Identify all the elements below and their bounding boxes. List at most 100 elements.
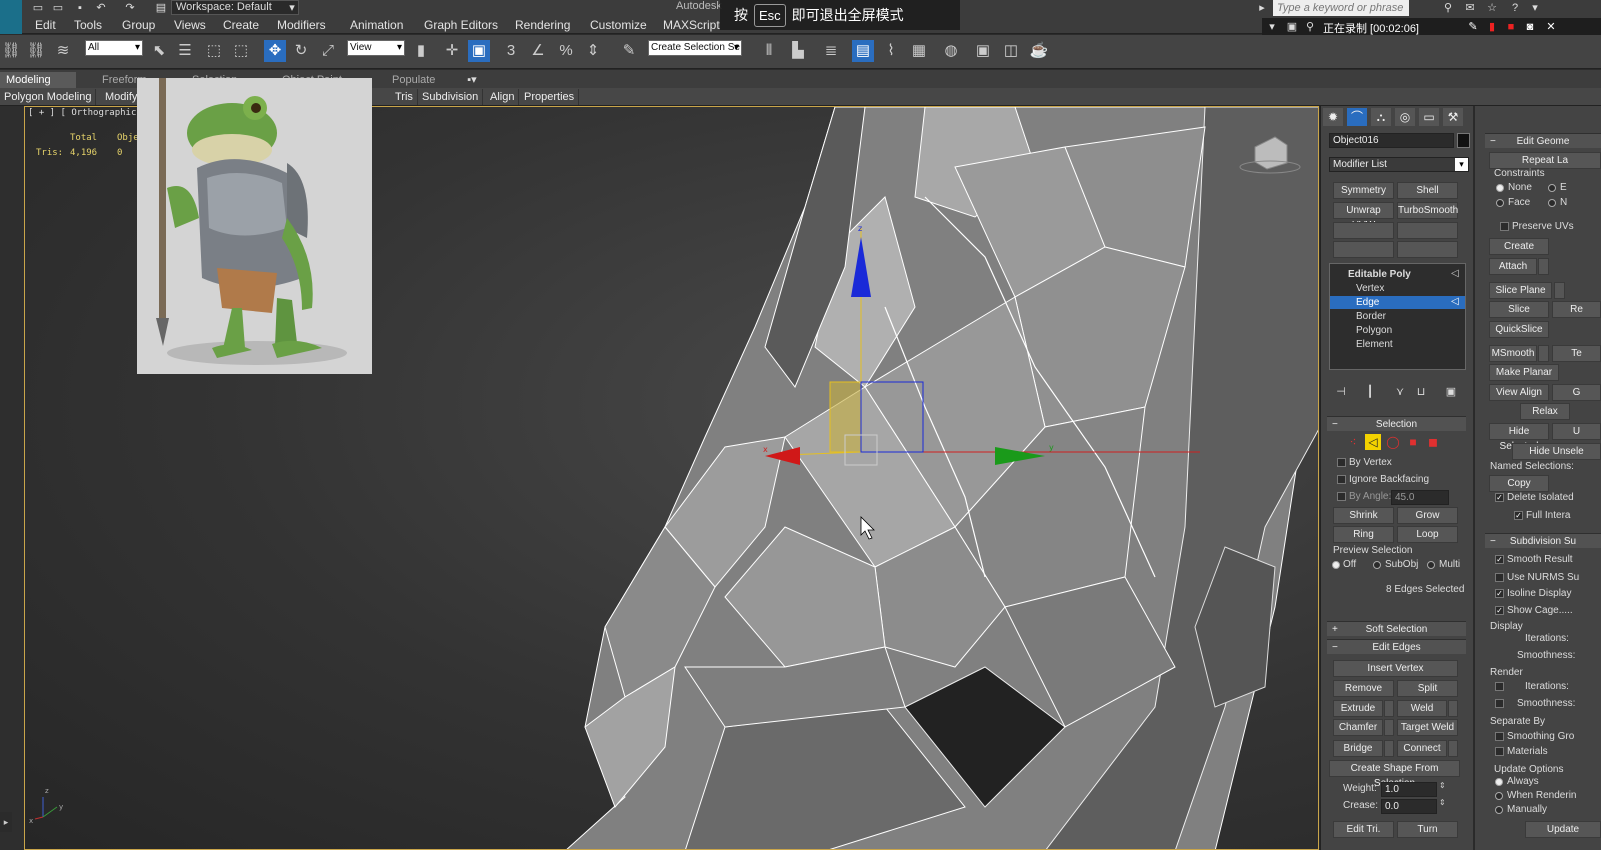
- attach-settings-button[interactable]: [1538, 258, 1549, 275]
- weight-spinner-icon[interactable]: ⇕: [1439, 781, 1446, 790]
- menu-rendering[interactable]: Rendering: [515, 17, 570, 33]
- by-vertex-checkbox[interactable]: [1337, 458, 1346, 467]
- stack-edge[interactable]: Edge: [1330, 296, 1465, 309]
- ribbon-tris[interactable]: Tris: [391, 89, 418, 105]
- element-mode-icon[interactable]: ◼: [1425, 434, 1441, 450]
- chamfer-button[interactable]: Chamfer: [1333, 719, 1383, 736]
- preview-off-radio[interactable]: [1332, 561, 1340, 569]
- constraint-normal-radio[interactable]: [1548, 199, 1556, 207]
- dropdown-icon[interactable]: ▾: [1264, 20, 1280, 34]
- isoline-display-checkbox[interactable]: ✓: [1495, 589, 1504, 598]
- polygon-mode-icon[interactable]: ■: [1405, 434, 1421, 450]
- update-always-radio[interactable]: [1495, 778, 1503, 786]
- use-nurms-checkbox[interactable]: [1495, 573, 1504, 582]
- create-shape-button[interactable]: Create Shape From Selection: [1329, 760, 1460, 789]
- chamfer-settings-button[interactable]: [1384, 719, 1394, 736]
- shell-button[interactable]: Shell: [1397, 182, 1458, 199]
- named-selection-dropdown[interactable]: Create Selection Se: [648, 40, 742, 56]
- workspace-menu-icon[interactable]: ▾: [284, 1, 300, 15]
- slice-button[interactable]: Slice: [1489, 301, 1549, 318]
- render-teapot-icon[interactable]: ☕: [1028, 40, 1050, 62]
- render-smoothness-checkbox[interactable]: [1495, 699, 1504, 708]
- ring-button[interactable]: Ring: [1333, 526, 1394, 543]
- menu-create[interactable]: Create: [223, 17, 259, 33]
- constraint-face-radio[interactable]: [1496, 199, 1504, 207]
- window-crossing-icon[interactable]: ⬚: [230, 40, 252, 62]
- expand-panel-icon[interactable]: ▸: [0, 812, 12, 832]
- pause-record-icon[interactable]: ▮: [1484, 20, 1500, 34]
- selection-filter-dropdown[interactable]: All: [85, 40, 143, 56]
- shrink-button[interactable]: Shrink: [1333, 507, 1394, 524]
- menu-customize[interactable]: Customize: [590, 17, 647, 33]
- ribbon-properties[interactable]: Properties: [520, 89, 580, 105]
- ribbon-toggle-icon[interactable]: ▤: [852, 40, 874, 62]
- stack-polygon[interactable]: Polygon: [1330, 324, 1465, 337]
- material-editor-icon[interactable]: ◍: [940, 40, 962, 62]
- constraint-edge-radio[interactable]: [1548, 184, 1556, 192]
- by-angle-checkbox[interactable]: [1337, 492, 1346, 501]
- modifier-list-dropdown[interactable]: Modifier List: [1329, 157, 1469, 172]
- turbosmooth-button[interactable]: TurboSmooth: [1397, 202, 1458, 219]
- zoom-icon[interactable]: ⚲: [1302, 20, 1318, 34]
- tab-populate[interactable]: Populate: [386, 72, 441, 88]
- layer-manager-icon[interactable]: ≣: [820, 40, 842, 62]
- ribbon-subdivision[interactable]: Subdivision: [418, 89, 484, 105]
- update-button[interactable]: Update: [1525, 821, 1601, 838]
- undo-icon[interactable]: ↶: [93, 1, 109, 15]
- constraint-none-radio[interactable]: [1496, 184, 1504, 192]
- weight-field[interactable]: 1.0: [1381, 782, 1437, 797]
- select-object-icon[interactable]: ⬉: [148, 40, 170, 62]
- loop-button[interactable]: Loop: [1397, 526, 1458, 543]
- object-name-field[interactable]: Object016: [1329, 133, 1454, 148]
- menu-maxscript[interactable]: MAXScript: [663, 17, 720, 33]
- delete-isolated-checkbox[interactable]: ✓: [1495, 493, 1504, 502]
- subdivision-rollout-header[interactable]: − Subdivision Su: [1485, 533, 1601, 548]
- quickslice-button[interactable]: QuickSlice: [1489, 321, 1549, 338]
- ribbon-align[interactable]: Align: [486, 89, 520, 105]
- help-menu-icon[interactable]: ▾: [1527, 1, 1543, 15]
- copy-button[interactable]: Copy: [1489, 475, 1549, 492]
- bind-spacewarp-icon[interactable]: ≋: [52, 40, 74, 62]
- soft-selection-rollout-header[interactable]: + Soft Selection: [1327, 621, 1466, 636]
- tessellate-button[interactable]: Te: [1552, 345, 1601, 362]
- empty-modifier-slot[interactable]: [1397, 222, 1458, 239]
- redo-icon[interactable]: ↷: [122, 1, 138, 15]
- binoculars-icon[interactable]: ⚲: [1440, 1, 1456, 15]
- create-button[interactable]: Create: [1489, 238, 1549, 255]
- menu-group[interactable]: Group: [122, 17, 155, 33]
- curve-editor-icon[interactable]: ⌇: [880, 40, 902, 62]
- rendered-frame-icon[interactable]: ◫: [1000, 40, 1022, 62]
- weld-settings-button[interactable]: [1448, 700, 1458, 717]
- angle-snap-icon[interactable]: ∠: [527, 40, 549, 62]
- ignore-backfacing-checkbox[interactable]: [1337, 475, 1346, 484]
- extrude-settings-button[interactable]: [1384, 700, 1394, 717]
- create-tab-icon[interactable]: ✹: [1323, 108, 1343, 126]
- slice-plane-button[interactable]: Slice Plane: [1489, 282, 1552, 299]
- unlink-icon[interactable]: ⛓: [25, 40, 47, 62]
- crease-field[interactable]: 0.0: [1381, 799, 1437, 814]
- app-logo-icon[interactable]: [0, 0, 22, 34]
- border-mode-icon[interactable]: ◯: [1385, 434, 1401, 450]
- stack-root-pin-icon[interactable]: ◁: [1451, 268, 1459, 279]
- bridge-button[interactable]: Bridge: [1333, 740, 1383, 757]
- unwrap-uvw-button[interactable]: Unwrap UVW: [1333, 202, 1394, 231]
- select-manipulate-icon[interactable]: ✛: [441, 40, 463, 62]
- edge-mode-icon[interactable]: ◁: [1365, 434, 1381, 450]
- menu-graph-editors[interactable]: Graph Editors: [424, 17, 498, 33]
- split-button[interactable]: Split: [1397, 680, 1458, 697]
- empty-modifier-slot[interactable]: [1333, 222, 1394, 239]
- rotate-icon[interactable]: ↻: [290, 40, 312, 62]
- slice-plane-settings-button[interactable]: [1554, 282, 1565, 299]
- update-rendering-radio[interactable]: [1495, 792, 1503, 800]
- stop-record-icon[interactable]: ■: [1503, 20, 1519, 34]
- turn-button[interactable]: Turn: [1397, 821, 1458, 838]
- vertex-mode-icon[interactable]: ⁖: [1345, 434, 1361, 450]
- pen-icon[interactable]: ✎: [1465, 20, 1481, 34]
- smooth-result-checkbox[interactable]: ✓: [1495, 555, 1504, 564]
- remove-button[interactable]: Remove: [1333, 680, 1394, 697]
- render-setup-icon[interactable]: ▣: [972, 40, 994, 62]
- window-icon[interactable]: ▣: [1284, 20, 1300, 34]
- edit-named-selection-icon[interactable]: ✎: [618, 40, 640, 62]
- edit-edges-rollout-header[interactable]: − Edit Edges: [1327, 639, 1466, 654]
- preview-multi-radio[interactable]: [1427, 561, 1435, 569]
